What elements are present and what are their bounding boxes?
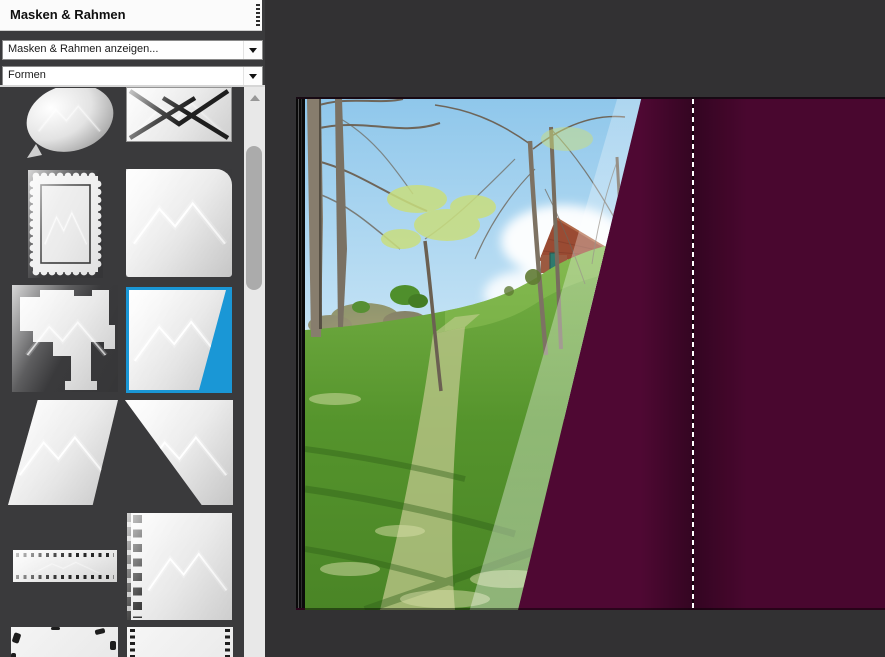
chevron-down-icon[interactable] [243, 67, 262, 85]
right-page[interactable] [692, 97, 885, 610]
panel-titlebar: Masken & Rahmen [0, 0, 262, 31]
page-bottom-edge [296, 608, 885, 610]
grunge-speck [11, 653, 16, 657]
spine-shadow [640, 97, 692, 610]
thumbnail-parallelogram-mask[interactable] [8, 400, 118, 505]
shape-type-value: Formen [8, 69, 46, 81]
balloon-icon [26, 87, 114, 158]
scroll-up-icon[interactable] [250, 95, 260, 101]
thumbnail-balloon-mask[interactable] [22, 87, 114, 164]
mask-category-select[interactable]: Masken & Rahmen anzeigen... [2, 40, 263, 60]
film-perforations-icon [16, 575, 114, 579]
shape-type-select[interactable]: Formen [2, 66, 263, 86]
blocks-icon [20, 290, 115, 390]
panel-title: Masken & Rahmen [10, 7, 126, 22]
page-top-edge [296, 97, 885, 99]
slant-triangle-icon [125, 400, 233, 505]
panel-scrollbar[interactable] [244, 87, 265, 657]
diagonal-cut-icon [129, 290, 226, 390]
editor-canvas[interactable] [265, 0, 885, 657]
thumbnail-postage-stamp-mask[interactable] [28, 170, 103, 278]
masks-frames-panel: Masken & Rahmen Masken & Rahmen anzeigen… [0, 0, 265, 657]
thumbnail-diagonal-cut-mask-selected[interactable] [126, 287, 232, 393]
mountain-watermark-icon [131, 306, 225, 368]
film-edge-marks-icon [130, 629, 135, 657]
film-perforations-icon [133, 515, 142, 618]
thumbnail-grunge-frame-mask[interactable] [11, 627, 118, 657]
mountain-watermark-icon [31, 558, 101, 575]
grunge-edge-icon [127, 513, 131, 620]
film-perforations-icon [16, 553, 114, 557]
gloss-overlay [129, 290, 226, 390]
page-left-edge [296, 99, 305, 608]
thumbnail-blocks-mask[interactable] [12, 285, 118, 392]
grunge-speck [51, 627, 60, 630]
gloss-overlay [125, 400, 233, 505]
film-edge-marks-icon [225, 629, 230, 657]
thumbnail-filmstrip-horizontal-mask[interactable] [13, 550, 117, 582]
gloss-overlay [127, 513, 232, 620]
parallelogram-icon [8, 400, 118, 505]
thumbnail-slant-triangle-mask[interactable] [125, 400, 233, 505]
thumbnail-film-edge-mask[interactable] [127, 513, 232, 620]
mountain-watermark-icon [16, 422, 108, 482]
thumbnail-envelope-mask[interactable] [126, 87, 232, 142]
grunge-speck [110, 641, 116, 650]
mountain-watermark-icon [145, 539, 229, 597]
chevron-down-icon[interactable] [243, 41, 262, 59]
grunge-speck [94, 627, 106, 636]
gloss-overlay [8, 400, 118, 505]
mask-thumbnail-grid [0, 87, 244, 657]
thumbnail-rounded-square-mask[interactable] [126, 169, 232, 277]
scrollbar-thumb[interactable] [246, 146, 262, 290]
mask-category-value: Masken & Rahmen anzeigen... [8, 43, 159, 55]
fold-dashed-line [692, 99, 694, 608]
postage-stamp-icon [29, 172, 102, 276]
panel-drag-handle-icon[interactable] [256, 4, 260, 26]
mountain-watermark-icon [137, 422, 229, 482]
rounded-square-icon [126, 169, 232, 277]
thumbnail-film-frame-mask[interactable] [127, 627, 233, 657]
grunge-speck [11, 632, 22, 644]
envelope-icon [128, 89, 230, 140]
